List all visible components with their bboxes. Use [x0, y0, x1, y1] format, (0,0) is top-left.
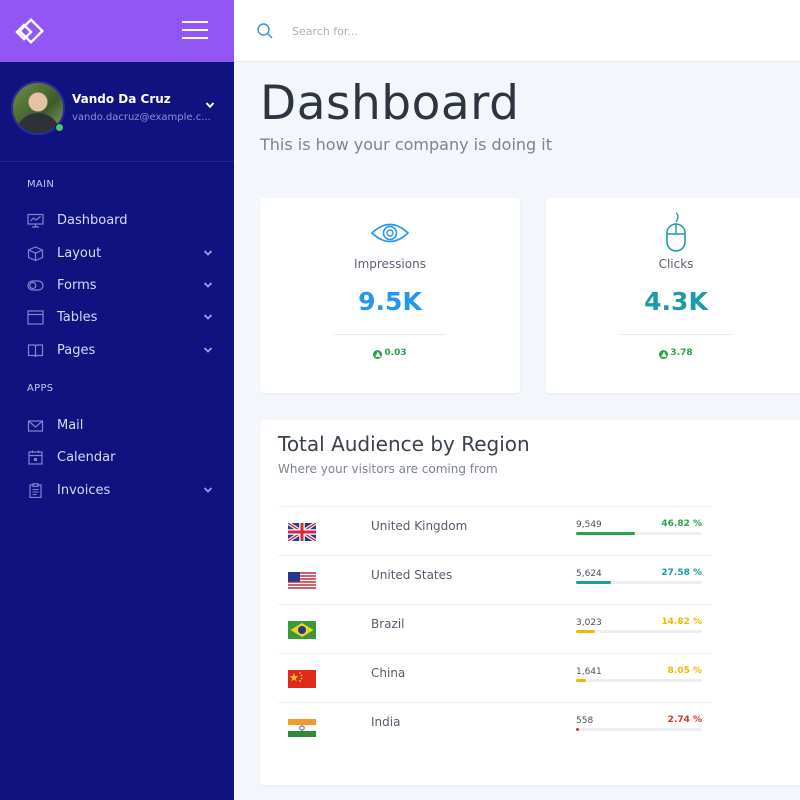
stat-change-value: 0.03 — [384, 348, 407, 358]
sidebar-item-forms[interactable]: Forms — [0, 271, 234, 301]
visitor-percent: 46.82 % — [661, 519, 702, 529]
chevron-down-icon[interactable] — [203, 486, 213, 494]
country-name: United Kingdom — [371, 519, 468, 533]
online-status-dot — [55, 123, 64, 132]
calendar-icon — [28, 450, 43, 465]
visitor-count: 558 — [576, 716, 594, 726]
arrow-up-icon: ▲ — [373, 350, 383, 359]
top-bar — [234, 0, 800, 62]
stat-value: 4.3K — [644, 287, 708, 316]
visitor-percent: 8.05 % — [667, 666, 702, 676]
card-subtitle: Where your visitors are coming from — [278, 462, 498, 476]
page-subtitle: This is how your company is doing it — [260, 135, 552, 154]
mail-icon — [27, 420, 44, 432]
visitor-count: 1,641 — [576, 667, 602, 677]
stat-card-clicks: Clicks 4.3K ▲ 3.78 — [546, 198, 800, 393]
china-flag-icon — [288, 670, 316, 688]
table-row: Brazil 3,023 14.82 % — [278, 604, 712, 653]
brazil-flag-icon — [288, 621, 316, 639]
stat-card-impressions: Impressions 9.5K ▲ 0.03 — [260, 198, 520, 393]
table-row: China 1,641 8.05 % — [278, 653, 712, 702]
diamond-logo-icon[interactable] — [15, 15, 47, 47]
section-title-main: MAIN — [27, 179, 55, 190]
book-icon — [27, 344, 44, 358]
mouse-icon — [666, 212, 686, 252]
sidebar-item-label: Dashboard — [57, 213, 128, 228]
chevron-down-icon[interactable] — [203, 346, 213, 354]
visitor-count: 9,549 — [576, 520, 602, 530]
us-flag-icon — [288, 572, 316, 590]
uk-flag-icon — [288, 523, 316, 541]
chevron-down-icon[interactable] — [203, 313, 213, 321]
stat-label: Impressions — [354, 257, 426, 271]
progress-bar — [576, 630, 702, 633]
chevron-down-icon[interactable] — [203, 281, 213, 289]
stat-change-value: 3.78 — [670, 348, 693, 358]
sidebar-item-label: Invoices — [57, 483, 111, 498]
brand-bar — [0, 0, 234, 62]
progress-fill — [576, 630, 595, 633]
hamburger-menu-icon[interactable] — [182, 20, 208, 40]
eye-icon — [370, 223, 410, 243]
table-icon — [27, 310, 44, 325]
chevron-down-icon[interactable] — [203, 249, 213, 257]
progress-bar — [576, 728, 702, 731]
search-icon[interactable] — [256, 22, 274, 40]
sidebar-item-label: Forms — [57, 278, 97, 293]
progress-fill — [576, 679, 587, 682]
cube-icon — [27, 246, 44, 261]
progress-bar — [576, 532, 702, 535]
country-name: Brazil — [371, 617, 405, 631]
sidebar-item-mail[interactable]: Mail — [0, 411, 234, 441]
sidebar-item-label: Layout — [57, 246, 102, 261]
stat-value: 9.5K — [358, 287, 422, 316]
user-profile[interactable]: Vando Da Cruz vando.dacruz@example.c... — [0, 62, 234, 162]
stat-change: ▲ 0.03 — [260, 348, 520, 359]
user-name: Vando Da Cruz — [72, 92, 171, 106]
sidebar-item-label: Mail — [57, 418, 84, 433]
country-name: United States — [371, 568, 453, 582]
arrow-up-icon: ▲ — [659, 350, 669, 359]
dashboard-icon — [27, 213, 44, 228]
sidebar-item-calendar[interactable]: Calendar — [0, 443, 234, 473]
stat-label: Clicks — [658, 257, 694, 271]
sidebar-item-dashboard[interactable]: Dashboard — [0, 206, 234, 236]
progress-fill — [576, 581, 611, 584]
progress-fill — [576, 728, 580, 731]
search-input[interactable] — [292, 19, 592, 43]
country-name: China — [371, 666, 406, 680]
visitor-percent: 27.58 % — [661, 568, 702, 578]
toggle-icon — [27, 280, 44, 291]
page-title: Dashboard — [260, 76, 520, 131]
sidebar-item-invoices[interactable]: Invoices — [0, 476, 234, 506]
card-title: Total Audience by Region — [278, 432, 530, 456]
visitor-count: 5,624 — [576, 569, 602, 579]
progress-bar — [576, 581, 702, 584]
visitor-percent: 14.82 % — [661, 617, 702, 627]
table-row: United Kingdom 9,549 46.82 % — [278, 506, 712, 555]
sidebar-item-label: Tables — [57, 310, 98, 325]
progress-fill — [576, 532, 635, 535]
stat-change: ▲ 3.78 — [546, 348, 800, 359]
sidebar-item-tables[interactable]: Tables — [0, 303, 234, 333]
sidebar: Vando Da Cruz vando.dacruz@example.c... … — [0, 0, 234, 800]
sidebar-item-label: Pages — [57, 343, 96, 358]
visitor-count: 3,023 — [576, 618, 602, 628]
clipboard-icon — [29, 483, 42, 498]
section-title-apps: APPS — [27, 383, 54, 394]
visitor-percent: 2.74 % — [667, 715, 702, 725]
table-row: India 558 2.74 % — [278, 702, 712, 751]
india-flag-icon — [288, 719, 316, 737]
country-name: India — [371, 715, 401, 729]
sidebar-item-label: Calendar — [57, 450, 116, 465]
divider — [334, 334, 446, 335]
progress-bar — [576, 679, 702, 682]
sidebar-item-pages[interactable]: Pages — [0, 336, 234, 366]
table-row: United States 5,624 27.58 % — [278, 555, 712, 604]
audience-by-region-card: Total Audience by Region Where your visi… — [260, 420, 800, 785]
sidebar-item-layout[interactable]: Layout — [0, 239, 234, 269]
chevron-down-icon[interactable] — [205, 100, 215, 110]
user-email: vando.dacruz@example.c... — [72, 112, 211, 123]
divider — [620, 334, 732, 335]
